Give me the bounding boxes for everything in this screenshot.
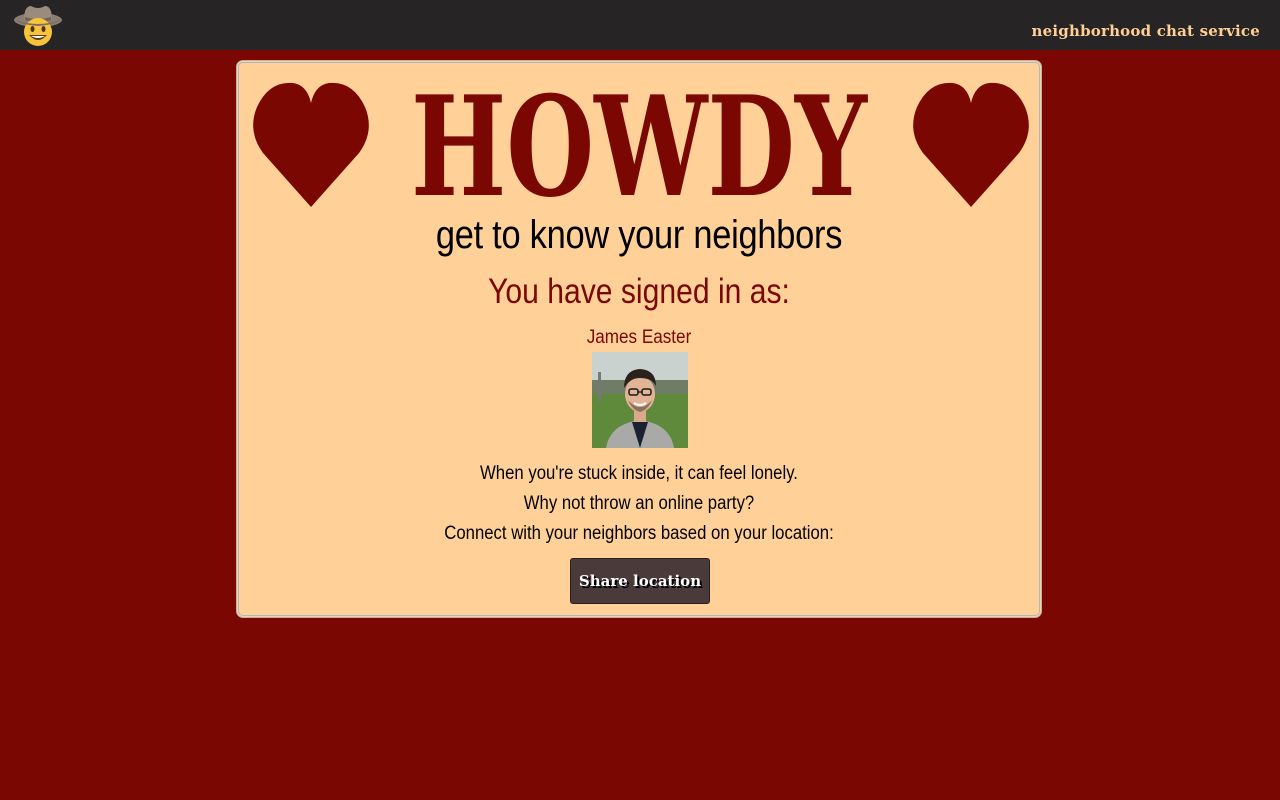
tagline: get to know your neighbors [435,213,843,257]
top-bar: neighborhood chat service [0,0,1280,50]
heart-icon [913,81,1029,207]
message-line: When you're stuck inside, it can feel lo… [480,463,798,484]
signed-in-label: You have signed in as: [488,272,790,311]
user-name: James Easter [586,327,692,348]
heart-icon [253,81,369,207]
howdy-heading: HOWDY [407,65,871,228]
message-line: Why not throw an online party? [523,493,755,514]
welcome-card: HOWDY get to know your neighbors You hav… [236,60,1042,618]
avatar [592,352,688,448]
service-name: neighborhood chat service [1031,22,1260,40]
share-location-button[interactable]: Share location [570,558,710,604]
cowboy-face-icon[interactable] [12,2,64,48]
howdy-text: HOWDY [411,85,868,203]
message-line: Connect with your neighbors based on you… [444,523,834,544]
